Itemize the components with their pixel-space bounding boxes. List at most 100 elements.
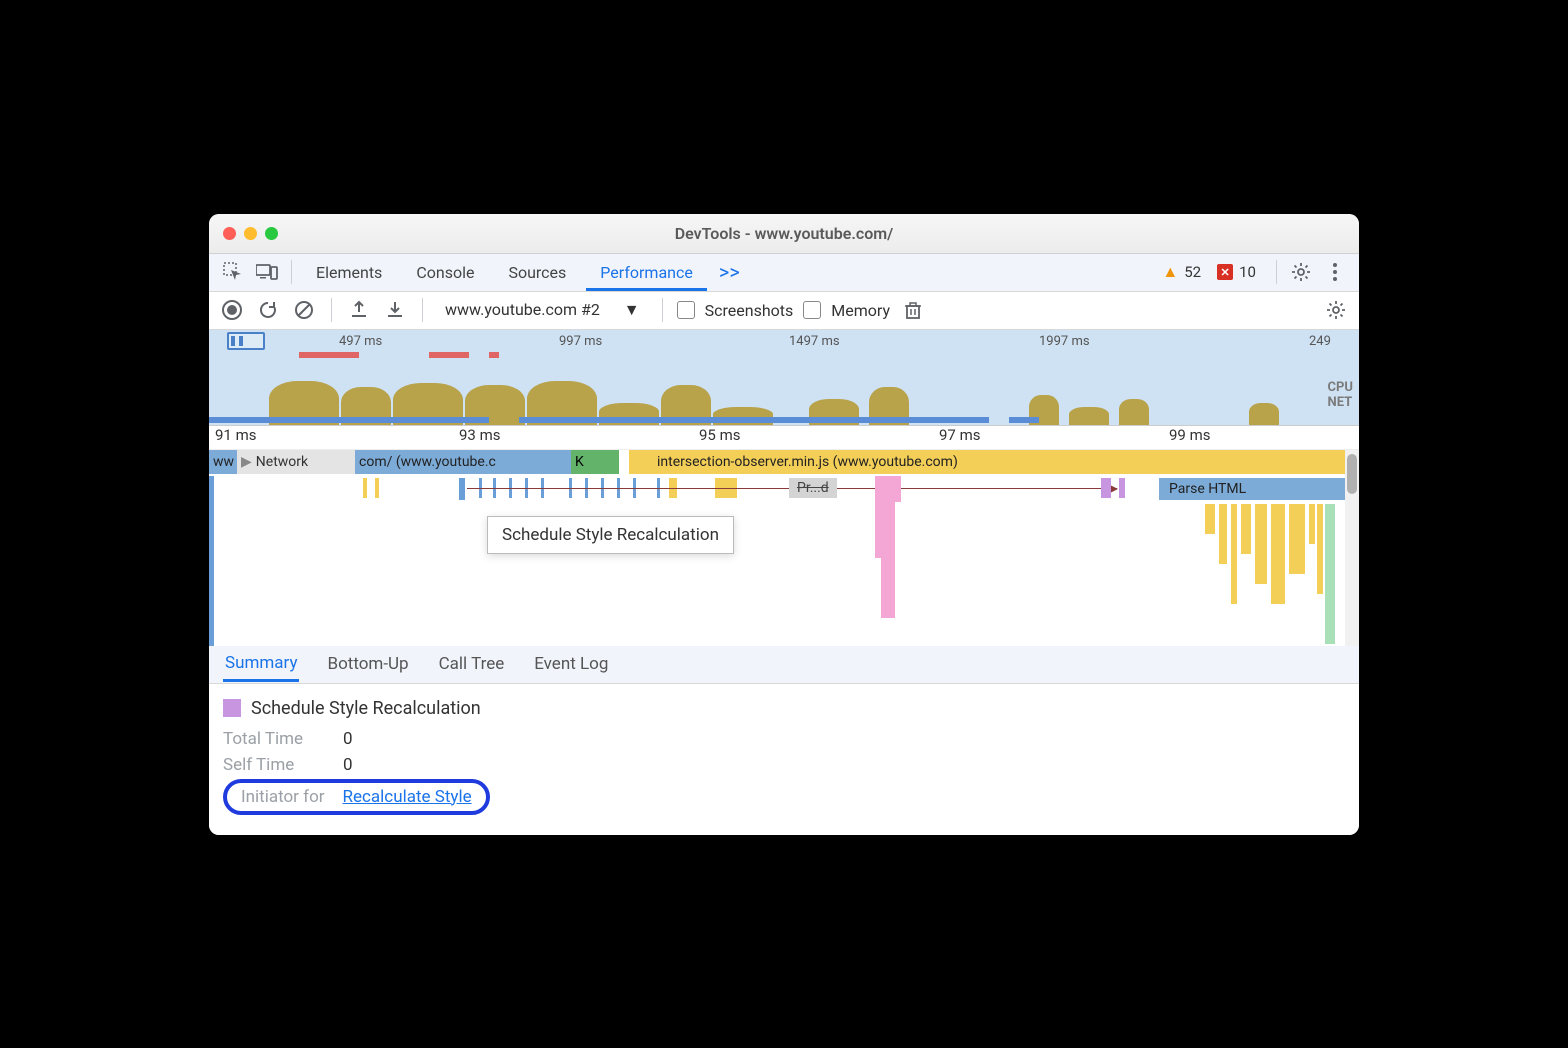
flame-segment[interactable]: [637, 450, 645, 474]
flame-segment[interactable]: [595, 450, 603, 474]
overview-tick: 1997 ms: [1039, 334, 1090, 349]
flame-network-track[interactable]: ▶Network: [237, 450, 355, 474]
flame-tick: [209, 476, 214, 646]
window-title: DevTools - www.youtube.com/: [209, 224, 1359, 243]
settings-icon[interactable]: [1287, 258, 1315, 286]
flame-layout-block[interactable]: [875, 502, 895, 558]
flame-tick: [375, 478, 379, 498]
total-time-label: Total Time: [223, 729, 343, 749]
ruler-tick: 95 ms: [699, 426, 740, 444]
flame-segment[interactable]: [629, 450, 637, 474]
initiator-link[interactable]: Recalculate Style: [343, 787, 472, 807]
record-button[interactable]: [219, 297, 245, 323]
flame-segment[interactable]: ww: [209, 450, 237, 474]
ruler-tick: 99 ms: [1169, 426, 1210, 444]
perf-toolbar: www.youtube.com #2 ▼ Screenshots Memory: [209, 292, 1359, 330]
warning-count[interactable]: 52: [1184, 263, 1201, 281]
flame-layout-block[interactable]: [881, 558, 895, 618]
event-name: Schedule Style Recalculation: [251, 698, 481, 719]
overview-marker: [429, 352, 469, 358]
flame-scrollbar[interactable]: [1345, 450, 1359, 646]
target-dropdown[interactable]: www.youtube.com #2 ▼: [437, 296, 648, 324]
flame-tick: [1219, 504, 1227, 564]
net-bar: [1009, 417, 1039, 423]
flame-chart[interactable]: ww ▶Network com/ (www.youtube.c K inters…: [209, 450, 1359, 646]
self-time-value: 0: [343, 755, 1345, 775]
flame-tick: [1271, 504, 1285, 604]
tab-sources[interactable]: Sources: [494, 255, 580, 290]
flame-segment[interactable]: intersection-observer.min.js (www.youtub…: [653, 450, 1345, 474]
reload-record-button[interactable]: [255, 297, 281, 323]
initiator-label: Initiator for: [241, 787, 325, 807]
overview-marker: [489, 352, 499, 358]
flame-style-block[interactable]: [1119, 478, 1125, 498]
flame-tick: [1205, 504, 1215, 534]
tab-call-tree[interactable]: Call Tree: [437, 648, 507, 680]
error-count[interactable]: 10: [1239, 263, 1256, 281]
divider: [291, 260, 292, 284]
flame-tick: [1289, 504, 1305, 574]
initiator-highlight: Initiator for Recalculate Style: [223, 779, 490, 815]
flame-tick: [363, 478, 367, 498]
net-bar: [209, 417, 489, 423]
ruler-tick: 93 ms: [459, 426, 500, 444]
flame-tick: [1309, 504, 1315, 544]
flame-tick: [459, 478, 465, 500]
overview-tick: 1497 ms: [789, 334, 840, 349]
overview-labels: CPU NET: [1328, 380, 1353, 410]
self-time-label: Self Time: [223, 755, 343, 775]
screenshots-checkbox[interactable]: [677, 301, 695, 319]
ruler-tick: 97 ms: [939, 426, 980, 444]
divider: [331, 298, 332, 322]
flame-segment-truncated[interactable]: Pr...d: [789, 478, 837, 498]
tabs-overflow-button[interactable]: >>: [713, 260, 746, 284]
divider: [662, 298, 663, 322]
main-tabs: Elements Console Sources Performance >> …: [209, 254, 1359, 292]
flame-parse-html[interactable]: Parse HTML: [1159, 478, 1345, 500]
tab-elements[interactable]: Elements: [302, 255, 396, 290]
devtools-window: DevTools - www.youtube.com/ Elements Con…: [209, 214, 1359, 835]
titlebar: DevTools - www.youtube.com/: [209, 214, 1359, 254]
tab-console[interactable]: Console: [402, 255, 488, 290]
capture-settings-icon[interactable]: [1323, 297, 1349, 323]
divider: [1276, 260, 1277, 284]
flame-segment[interactable]: [587, 450, 595, 474]
device-toggle-icon[interactable]: [253, 258, 281, 286]
error-icon[interactable]: ✕: [1217, 264, 1233, 280]
overview-tick: 249: [1309, 334, 1331, 349]
overview-tick: 997 ms: [559, 334, 602, 349]
flame-ruler[interactable]: 91 ms 93 ms 95 ms 97 ms 99 ms: [209, 426, 1359, 450]
flame-style-block[interactable]: [1101, 478, 1111, 498]
upload-icon[interactable]: [346, 297, 372, 323]
gc-icon[interactable]: [900, 297, 926, 323]
flame-segment[interactable]: [611, 450, 619, 474]
net-bar: [519, 417, 989, 423]
timeline-overview[interactable]: 497 ms 997 ms 1497 ms 1997 ms 249: [209, 330, 1359, 426]
warning-icon[interactable]: ▲: [1162, 262, 1178, 282]
tab-bottom-up[interactable]: Bottom-Up: [325, 648, 410, 680]
detail-tabs: Summary Bottom-Up Call Tree Event Log: [209, 646, 1359, 684]
memory-checkbox[interactable]: [803, 301, 821, 319]
flame-segment[interactable]: [603, 450, 611, 474]
flame-segment[interactable]: [645, 450, 653, 474]
screenshots-label: Screenshots: [705, 301, 794, 320]
inspect-icon[interactable]: [219, 258, 247, 286]
ruler-tick: 91 ms: [215, 426, 256, 444]
tab-summary[interactable]: Summary: [223, 647, 299, 682]
flame-layout-block[interactable]: [875, 476, 901, 502]
tab-event-log[interactable]: Event Log: [532, 648, 610, 680]
event-color-swatch: [223, 699, 241, 717]
overview-selection-handle[interactable]: [227, 332, 265, 350]
download-icon[interactable]: [382, 297, 408, 323]
more-icon[interactable]: [1321, 258, 1349, 286]
overview-marker: [299, 352, 359, 358]
flame-tick: [1317, 504, 1323, 594]
tab-performance[interactable]: Performance: [586, 255, 707, 291]
overview-tick: 497 ms: [339, 334, 382, 349]
flame-tick: [1231, 504, 1237, 604]
flame-segment[interactable]: K: [571, 450, 587, 474]
flame-tick: [1241, 504, 1251, 554]
flame-tick: [1325, 504, 1335, 644]
clear-button[interactable]: [291, 297, 317, 323]
flame-segment[interactable]: com/ (www.youtube.c: [355, 450, 571, 474]
